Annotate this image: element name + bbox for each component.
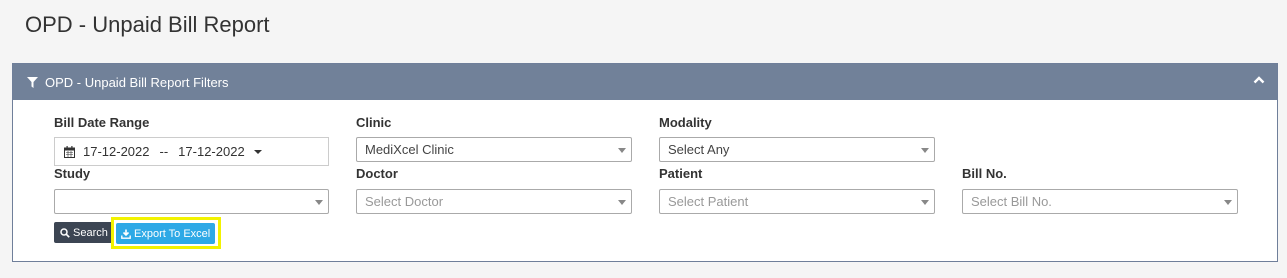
search-button[interactable]: Search bbox=[54, 222, 114, 243]
calendar-icon bbox=[64, 145, 75, 158]
filter-icon bbox=[27, 76, 38, 88]
bill-date-range-label: Bill Date Range bbox=[54, 115, 150, 130]
search-icon bbox=[60, 227, 70, 238]
patient-label: Patient bbox=[659, 166, 703, 181]
doctor-placeholder: Select Doctor bbox=[365, 194, 444, 209]
bill-date-range-picker[interactable]: 17-12-2022 -- 17-12-2022 bbox=[54, 137, 329, 166]
patient-placeholder: Select Patient bbox=[668, 194, 749, 209]
modality-label: Modality bbox=[659, 115, 712, 130]
panel-title: OPD - Unpaid Bill Report Filters bbox=[45, 74, 229, 90]
chevron-down-icon bbox=[618, 148, 626, 153]
bill-no-placeholder: Select Bill No. bbox=[971, 194, 1052, 209]
study-select[interactable] bbox=[54, 189, 329, 214]
search-button-label: Search bbox=[73, 226, 108, 239]
doctor-select[interactable]: Select Doctor bbox=[356, 189, 632, 214]
study-label: Study bbox=[54, 166, 91, 181]
page-title: OPD - Unpaid Bill Report bbox=[25, 12, 270, 37]
chevron-down-icon bbox=[921, 148, 929, 153]
download-icon bbox=[121, 229, 131, 239]
panel-header[interactable]: OPD - Unpaid Bill Report Filters bbox=[13, 64, 1277, 100]
modality-value: Select Any bbox=[668, 142, 730, 157]
modality-select[interactable]: Select Any bbox=[659, 137, 935, 162]
chevron-down-icon bbox=[618, 200, 626, 205]
bill-no-label: Bill No. bbox=[962, 166, 1007, 181]
export-highlight: Export To Excel bbox=[111, 217, 221, 249]
doctor-label: Doctor bbox=[356, 166, 398, 181]
date-separator: -- bbox=[159, 144, 169, 159]
clinic-label: Clinic bbox=[356, 115, 392, 130]
filters-panel: OPD - Unpaid Bill Report Filters Bill Da… bbox=[12, 63, 1278, 262]
bill-no-select[interactable]: Select Bill No. bbox=[962, 189, 1238, 214]
patient-select[interactable]: Select Patient bbox=[659, 189, 935, 214]
export-button-label: Export To Excel bbox=[134, 227, 211, 240]
date-from: 17-12-2022 bbox=[83, 144, 150, 159]
clinic-select[interactable]: MediXcel Clinic bbox=[356, 137, 632, 162]
clinic-value: MediXcel Clinic bbox=[365, 142, 454, 157]
chevron-down-icon bbox=[1224, 200, 1232, 205]
chevron-down-icon bbox=[921, 200, 929, 205]
chevron-down-icon bbox=[315, 200, 323, 205]
chevron-up-icon[interactable] bbox=[1253, 74, 1265, 86]
caret-down-icon bbox=[253, 149, 262, 154]
export-to-excel-button[interactable]: Export To Excel bbox=[116, 223, 216, 244]
date-to: 17-12-2022 bbox=[178, 144, 245, 159]
